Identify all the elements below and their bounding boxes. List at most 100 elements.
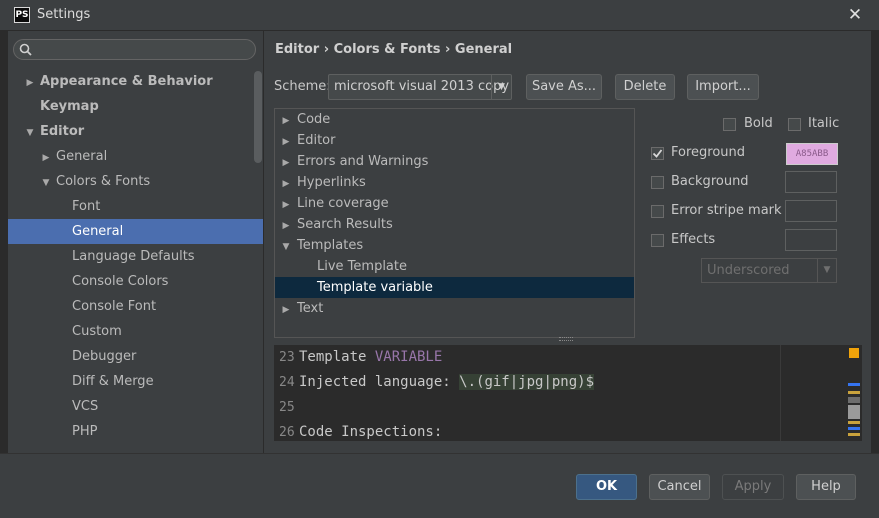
help-button[interactable]: Help <box>796 474 856 500</box>
ok-button[interactable]: OK <box>576 474 637 500</box>
sidebar-item-label: Appearance & Behavior <box>40 74 213 89</box>
attribute-item-label: Templates <box>297 238 364 253</box>
chevron-down-icon[interactable]: ▼ <box>38 171 54 196</box>
search-icon <box>19 43 32 56</box>
foreground-color-swatch[interactable]: A85ABB <box>786 143 838 165</box>
import-button[interactable]: Import... <box>687 74 759 100</box>
save-as-button[interactable]: Save As... <box>526 74 602 100</box>
chevron-right-icon[interactable]: ▶ <box>275 195 297 216</box>
sidebar-item-label: PHP <box>72 424 98 439</box>
attribute-item-label: Errors and Warnings <box>297 154 429 169</box>
chevron-right-icon[interactable]: ▶ <box>275 300 297 321</box>
sidebar-item-label: Language Defaults <box>72 249 195 264</box>
attribute-item[interactable]: ▶ Search Results <box>275 214 634 235</box>
sidebar-item[interactable]: General <box>8 219 263 244</box>
sidebar-item[interactable]: Console Colors <box>8 269 263 294</box>
background-checkbox[interactable] <box>651 176 664 189</box>
sidebar-item-label: Diff & Merge <box>72 374 154 389</box>
chevron-down-icon[interactable]: ▼ <box>22 121 38 146</box>
code-preview[interactable]: 23 Template VARIABLE 24 Injected language:… <box>274 345 862 441</box>
chevron-right-icon[interactable]: ▶ <box>275 111 297 132</box>
effects-color-swatch[interactable] <box>785 229 837 251</box>
attribute-item-label: Search Results <box>297 217 393 232</box>
sidebar-item[interactable]: Font <box>8 194 263 219</box>
injected-language-text: \.(gif|jpg|png)$ <box>459 374 595 390</box>
chevron-down-icon[interactable]: ▼ <box>491 75 511 99</box>
attribute-item-label: Editor <box>297 133 336 148</box>
sidebar-item[interactable]: ▼ Colors & Fonts <box>8 169 263 196</box>
chevron-right-icon[interactable]: ▶ <box>275 174 297 195</box>
attribute-item[interactable]: ▶ Line coverage <box>275 193 634 214</box>
chevron-down-icon[interactable]: ▼ <box>275 237 297 258</box>
line-number: 24 <box>279 375 295 390</box>
sidebar-item[interactable]: ▼ Editor <box>8 119 263 146</box>
settings-sidebar: ▶ Appearance & Behavior Keymap ▼ Editor ▶ Gene… <box>8 31 264 453</box>
title-bar: PS Settings ✕ <box>0 0 879 31</box>
sidebar-item[interactable]: Debugger <box>8 344 263 369</box>
bold-checkbox[interactable] <box>723 118 736 131</box>
sidebar-item-label: Font <box>72 199 101 214</box>
cancel-button[interactable]: Cancel <box>649 474 710 500</box>
chevron-right-icon[interactable]: ▶ <box>275 153 297 174</box>
scheme-select[interactable]: microsoft visual 2013 copy ▼ <box>328 74 512 100</box>
attribute-item[interactable]: ▶ Hyperlinks <box>275 172 634 193</box>
sidebar-item[interactable]: VCS <box>8 394 263 419</box>
preview-line: 25 <box>274 395 299 420</box>
attribute-item-label: Code <box>297 112 331 127</box>
template-variable-text: VARIABLE <box>374 349 443 365</box>
code-text: Code Inspections: <box>299 424 443 440</box>
sidebar-item-label: Colors & Fonts <box>56 174 151 189</box>
attribute-item[interactable]: ▶ Code <box>275 109 634 130</box>
effects-checkbox[interactable] <box>651 234 664 247</box>
line-number: 23 <box>279 350 295 365</box>
chevron-right-icon[interactable]: ▶ <box>275 216 297 237</box>
sidebar-item[interactable]: Console Font <box>8 294 263 319</box>
close-icon[interactable]: ✕ <box>845 5 865 25</box>
chevron-right-icon[interactable]: ▶ <box>38 146 54 171</box>
sidebar-item[interactable]: Diff & Merge <box>8 369 263 394</box>
sidebar-item-label: Editor <box>40 124 85 139</box>
error-stripe-bar[interactable] <box>846 345 862 441</box>
sidebar-item[interactable]: ▶ Appearance & Behavior <box>8 69 263 96</box>
search-input[interactable] <box>13 39 256 60</box>
sidebar-item-label: Keymap <box>40 99 99 114</box>
chevron-right-icon[interactable]: ▶ <box>22 71 38 96</box>
attribute-item[interactable]: Template variable <box>275 277 634 298</box>
sidebar-item[interactable]: Language Defaults <box>8 244 263 269</box>
sidebar-item[interactable]: Custom <box>8 319 263 344</box>
attribute-item[interactable]: ▶ Editor <box>275 130 634 151</box>
sidebar-item[interactable]: PHP <box>8 419 263 444</box>
breadcrumb: Editor › Colors & Fonts › General <box>275 42 513 57</box>
attribute-item-label: Line coverage <box>297 196 389 211</box>
attribute-item[interactable]: ▼ Templates <box>275 235 634 256</box>
error-stripe-color-swatch[interactable] <box>785 200 837 222</box>
chevron-right-icon[interactable]: ▶ <box>275 132 297 153</box>
checkmark-icon <box>652 149 663 158</box>
foreground-label: Foreground <box>671 145 746 160</box>
italic-checkbox[interactable] <box>788 118 801 131</box>
sidebar-scrollbar[interactable] <box>254 71 262 163</box>
sidebar-item[interactable]: ▶ General <box>8 144 263 171</box>
attribute-item-label: Text <box>297 301 324 316</box>
sidebar-item-label: Custom <box>72 324 122 339</box>
apply-button[interactable]: Apply <box>722 474 784 500</box>
sidebar-item-label: Debugger <box>72 349 137 364</box>
status-icon <box>849 348 859 358</box>
delete-button[interactable]: Delete <box>615 74 675 100</box>
attribute-item[interactable]: ▶ Errors and Warnings <box>275 151 634 172</box>
right-margin-line <box>780 345 781 441</box>
effects-label: Effects <box>671 232 716 247</box>
chevron-down-icon[interactable]: ▼ <box>817 259 836 282</box>
foreground-checkbox[interactable] <box>651 147 664 160</box>
effect-type-select[interactable]: Underscored ▼ <box>701 258 837 283</box>
attribute-item[interactable]: Live Template <box>275 256 634 277</box>
attribute-item-label: Live Template <box>317 259 407 274</box>
stripe-marker <box>848 391 860 394</box>
sidebar-item[interactable]: Keymap <box>8 94 263 119</box>
error-stripe-checkbox[interactable] <box>651 205 664 218</box>
splitter-handle[interactable] <box>559 337 573 341</box>
attribute-item-label: Template variable <box>317 280 433 295</box>
background-color-swatch[interactable] <box>785 171 837 193</box>
stripe-marker <box>848 383 860 386</box>
attribute-item[interactable]: ▶ Text <box>275 298 634 319</box>
